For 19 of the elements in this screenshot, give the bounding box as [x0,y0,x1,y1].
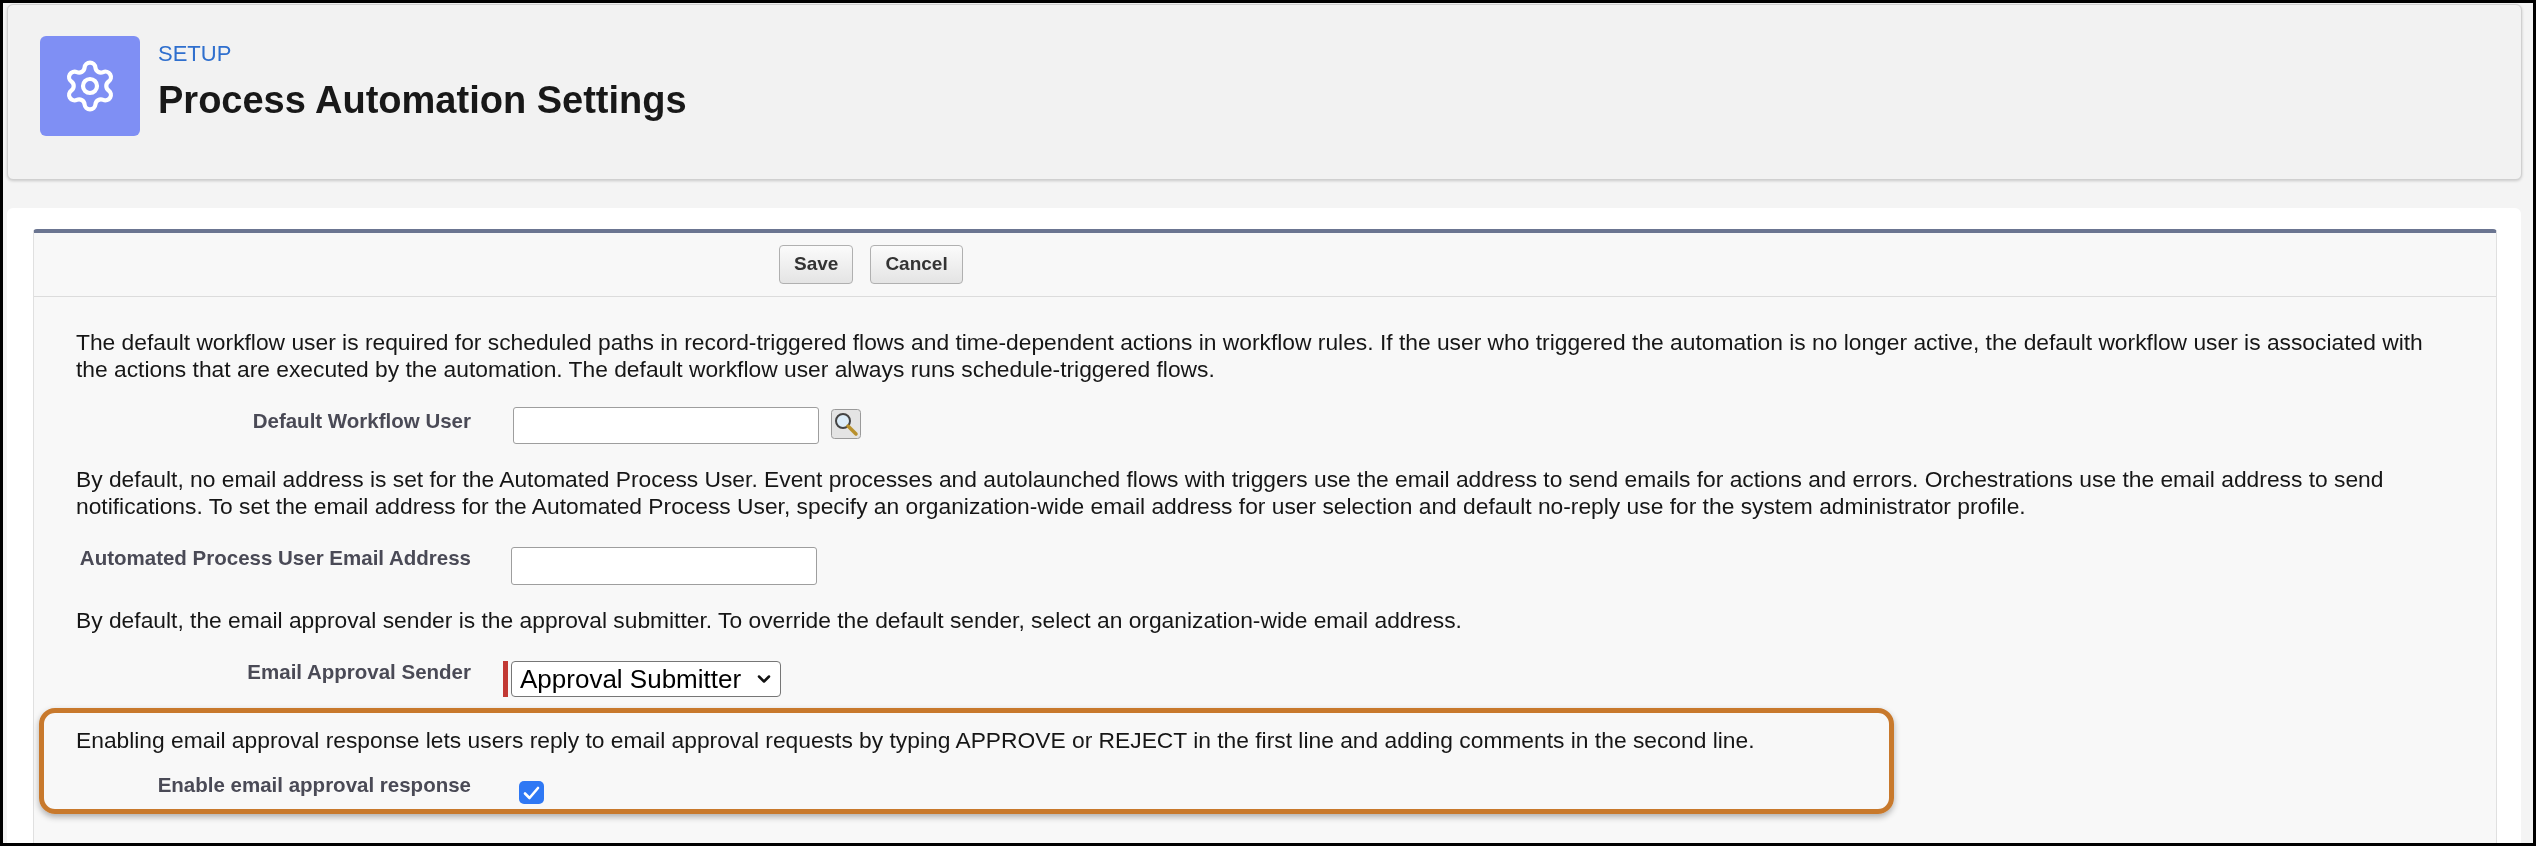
text-field[interactable] [513,407,819,444]
sender-dropdown[interactable]: Approval Submitter [511,661,781,697]
cancel-button[interactable]: Cancel [870,245,963,284]
description-text: Enabling email approval response lets users reply to email approval requests by typing APPROVE or REJECT in the first line and adding comments in the second line. [76,727,1756,754]
settings-icon [40,36,140,136]
description-text: By default, the email approval sender is the approval submitter. To override the default sender, select an organization-wide email address. [76,607,1463,634]
save-button[interactable]: Save [779,245,854,284]
field-label: Automated Process User Email Address [79,547,471,569]
field-label: Email Approval Sender [247,661,471,683]
check-icon [523,785,540,800]
checkbox[interactable] [519,781,544,804]
description-text: The default workflow user is required for scheduled paths in record-triggered flows and time-dependent actions in workflow rules. If the user who triggered the automation is no longer active, the default workflow user is associated with the actions that are executed by the automation. The default workflow user always runs schedule-triggered flows. [76,329,2424,383]
breadcrumb-label: SETUP [158,41,232,67]
field-label: Enable email approval response [157,774,471,796]
description-text: By default, no email address is set for the Automated Process User. Event processes and autolaunched flows with triggers use the email address to send emails for actions and errors. Orchestrations use the email address to send notifications. To set the email address for the Automated Process User, specify an organization-wide email address for user selection and default no-reply use for the system administrator profile. [76,466,2385,520]
search-icon[interactable] [831,409,861,439]
page-title: Process Automation Settings [158,78,687,122]
field-label: Default Workflow User [252,410,471,432]
text-field[interactable] [511,547,817,585]
